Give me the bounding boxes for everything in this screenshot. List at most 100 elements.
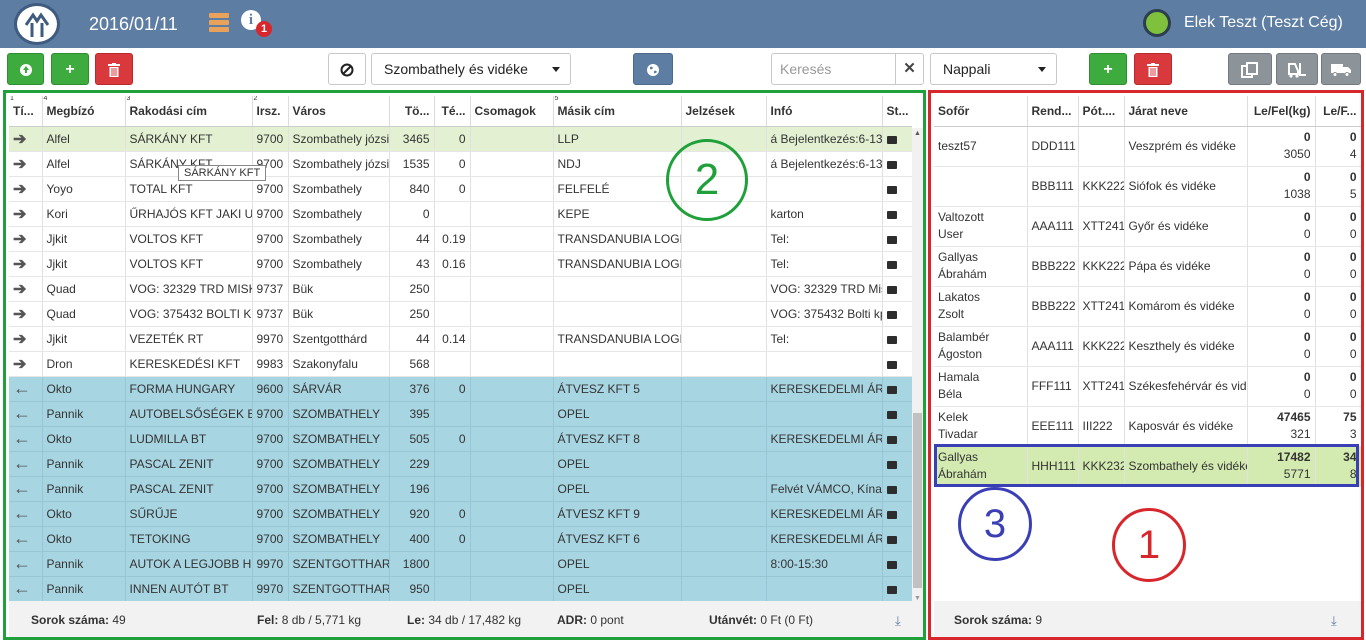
column-header[interactable]: Jelzések bbox=[681, 96, 767, 127]
order-cell bbox=[681, 251, 767, 277]
status-cell bbox=[882, 551, 912, 577]
load-value: 3 bbox=[1349, 427, 1357, 441]
order-cell bbox=[434, 201, 471, 227]
sort-order-index: 5 bbox=[554, 96, 559, 102]
order-row[interactable]: ← Okto TETOKING 9700 SZOMBATHELY 400 0 ÁTVESZ K… bbox=[9, 526, 912, 552]
order-row[interactable]: ← Pannik PASCAL ZENIT 9700 SZOMBATHELY 229 OPE… bbox=[9, 451, 912, 477]
route-row[interactable]: BBB111 KKK222 Siófok és vidéke 0 1038 0 5 bbox=[934, 166, 1361, 207]
column-header[interactable]: 5 Másik cím bbox=[553, 96, 682, 127]
order-cell: 1535 bbox=[389, 151, 435, 177]
orders-scrollbar[interactable]: ▲ ▼ bbox=[912, 128, 923, 604]
driver-name-line: Balambér bbox=[938, 330, 990, 344]
status-cell bbox=[882, 351, 912, 377]
order-cell bbox=[681, 526, 767, 552]
order-row[interactable]: ← Pannik AUTOK A LEGJOBB HE 9970 SZENTGOTTHA… bbox=[9, 551, 912, 577]
column-header[interactable]: Csomagok bbox=[470, 96, 554, 127]
order-row[interactable]: ➔ QuadVOG: 32329 TRD MISKO9737Bük250 VOG: … bbox=[9, 276, 912, 302]
column-header[interactable]: 2 Irsz. bbox=[252, 96, 289, 127]
order-cell: SZENTGOTTHARD bbox=[288, 551, 390, 577]
order-row[interactable]: ← Okto FORMA HUNGARY 9600 SÁRVÁR 376 0 ÁTVESZ K… bbox=[9, 376, 912, 402]
route-row[interactable]: Gallyas Ábrahám BBB222 KKK222 Pápa és vidéke… bbox=[934, 246, 1361, 287]
route-column-header[interactable]: Rend... bbox=[1027, 96, 1079, 127]
sort-order-index: 2 bbox=[253, 96, 258, 102]
order-cell: 9983 bbox=[252, 351, 289, 377]
order-row[interactable]: ➔ Jjkit VOLTOS KFT 9700 Szombathely 43 0.16 TRA… bbox=[9, 251, 912, 277]
order-row[interactable]: ➔ Alfel SÁRKÁNY KFT 9700 Szombathely józsik 3… bbox=[9, 126, 912, 152]
cancel-filter-button[interactable] bbox=[328, 53, 366, 85]
column-header[interactable]: Infó bbox=[766, 96, 883, 127]
order-row[interactable]: ← Okto LUDMILLA BT 9700 SZOMBATHELY 505 0 ÁTVES… bbox=[9, 426, 912, 452]
download-icon[interactable]: ⤓ bbox=[895, 613, 901, 629]
plate-cell: BBB222 bbox=[1027, 286, 1079, 327]
order-row[interactable]: ➔ Dron KERESKEDÉSI KFT 9983 Szakonyfalu 568 bbox=[9, 351, 912, 377]
route-row[interactable]: Balambér Ágoston AAA111 KKK222 Keszthely és … bbox=[934, 326, 1361, 367]
order-cell: TRANSDANUBIA LOGIS bbox=[553, 251, 682, 277]
truck-button[interactable] bbox=[1321, 53, 1361, 85]
order-cell: LLP bbox=[553, 126, 682, 152]
ban-icon bbox=[340, 63, 354, 77]
route-column-header[interactable]: Járat neve bbox=[1124, 96, 1248, 127]
count-cell: 00 bbox=[1315, 366, 1361, 407]
add-route-button[interactable]: + bbox=[1089, 53, 1127, 85]
column-header[interactable]: Tö... bbox=[389, 96, 435, 127]
weight-cell: 00 bbox=[1247, 206, 1316, 247]
column-header[interactable]: Város bbox=[288, 96, 390, 127]
column-header[interactable]: Té... bbox=[434, 96, 471, 127]
order-row[interactable]: ➔ Yoyo TOTAL KFT 9700 Szombathely 840 0 FELFELÉ bbox=[9, 176, 912, 202]
close-icon: ✕ bbox=[903, 60, 916, 77]
order-cell: FORMA HUNGARY bbox=[125, 376, 253, 402]
add-button[interactable]: + bbox=[51, 53, 89, 85]
status-cell bbox=[882, 401, 912, 427]
search-input[interactable] bbox=[771, 53, 896, 85]
app-logo[interactable] bbox=[14, 3, 60, 45]
copy-button[interactable] bbox=[1228, 53, 1272, 85]
column-header[interactable]: 4 Megbízó bbox=[42, 96, 126, 127]
order-cell: Yoyo bbox=[42, 176, 126, 202]
order-row[interactable]: ← Okto SŰRŰJE 9700 SZOMBATHELY 920 0 ÁTVESZ KFT… bbox=[9, 501, 912, 527]
order-row[interactable]: ➔ Alfel SÁRKÁNY KFT 9700 Szombathely józsik 1… bbox=[9, 151, 912, 177]
order-row[interactable]: ➔ KoriŰRHAJÓS KFT JAKI U. 39700Szombathel… bbox=[9, 201, 912, 227]
download-icon[interactable]: ⤓ bbox=[1331, 613, 1337, 629]
database-icon[interactable] bbox=[209, 13, 229, 33]
column-header[interactable]: 3 Rakodási cím bbox=[125, 96, 253, 127]
route-row[interactable]: Hamala Béla FFF111 XTT241 Székesfehérvár és … bbox=[934, 366, 1361, 407]
user-name[interactable]: Elek Teszt (Teszt Cég) bbox=[1184, 14, 1343, 32]
trailer-cell: KKK222 bbox=[1078, 166, 1125, 207]
route-column-header[interactable]: Le/F... bbox=[1315, 96, 1361, 127]
order-cell: ÁTVESZ KFT 8 bbox=[553, 426, 682, 452]
route-column-header[interactable]: Le/Fel(kg) bbox=[1247, 96, 1316, 127]
scroll-thumb[interactable] bbox=[913, 413, 922, 588]
route-row[interactable]: Lakatos Zsolt BBB222 XTT241 Komárom és vidék… bbox=[934, 286, 1361, 327]
order-row[interactable]: ➔ Quad VOG: 375432 BOLTI KP. 9737 Bük 250 VOG:… bbox=[9, 301, 912, 327]
truck-icon bbox=[886, 260, 897, 269]
forklift-button[interactable] bbox=[1276, 53, 1318, 85]
direction-cell: ← bbox=[9, 551, 43, 577]
order-row[interactable]: ← Pannik AUTOBELSŐSÉGEK BT 9700 SZOMBATHELY 3… bbox=[9, 401, 912, 427]
route-row[interactable]: Kelek Tivadar EEE111 III222 Kaposvár és vidé… bbox=[934, 406, 1361, 447]
order-row[interactable]: ➔ Jjkit VOLTOS KFT 9700 Szombathely 44 0.19 TRA… bbox=[9, 226, 912, 252]
route-column-header[interactable]: Sofőr bbox=[934, 96, 1028, 127]
column-header[interactable]: 1 Tí... bbox=[9, 96, 43, 127]
order-row[interactable]: ← Pannik PASCAL ZENIT 9700 SZOMBATHELY 196 OPE… bbox=[9, 476, 912, 502]
route-name-cell: Győr és vidéke bbox=[1124, 206, 1248, 247]
map-button[interactable] bbox=[633, 53, 673, 85]
order-cell bbox=[766, 576, 883, 602]
order-cell bbox=[681, 326, 767, 352]
weight-cell: 00 bbox=[1247, 366, 1316, 407]
region-select[interactable]: Szombathely és vidéke bbox=[371, 53, 571, 85]
route-row[interactable]: Valtozott User AAA111 XTT241 Győr és vidéke 0… bbox=[934, 206, 1361, 247]
delete-button[interactable] bbox=[95, 53, 133, 85]
status-cell bbox=[882, 576, 912, 602]
column-header[interactable]: St... bbox=[882, 96, 912, 127]
order-row[interactable]: ➔ Jjkit VEZETÉK RT 9970 Szentgotthárd 44 0.14 T… bbox=[9, 326, 912, 352]
delete-route-button[interactable] bbox=[1134, 53, 1172, 85]
adr-summary: ADR: 0 pont bbox=[557, 613, 624, 627]
scroll-up-icon[interactable]: ▲ bbox=[914, 130, 921, 137]
order-row[interactable]: ← Pannik INNEN AUTÓT BT 9970 SZENTGOTTHARD 95… bbox=[9, 576, 912, 602]
route-row[interactable]: teszt57 DDD111 Veszprém és vidéke 0 3050 0 4 bbox=[934, 126, 1361, 167]
shift-select[interactable]: Nappali bbox=[930, 53, 1057, 85]
clear-search-button[interactable]: ✕ bbox=[895, 53, 924, 85]
route-column-header[interactable]: Pót.... bbox=[1078, 96, 1125, 127]
upload-button[interactable] bbox=[7, 53, 44, 85]
order-cell: KERESKEDÉSI KFT bbox=[125, 351, 253, 377]
